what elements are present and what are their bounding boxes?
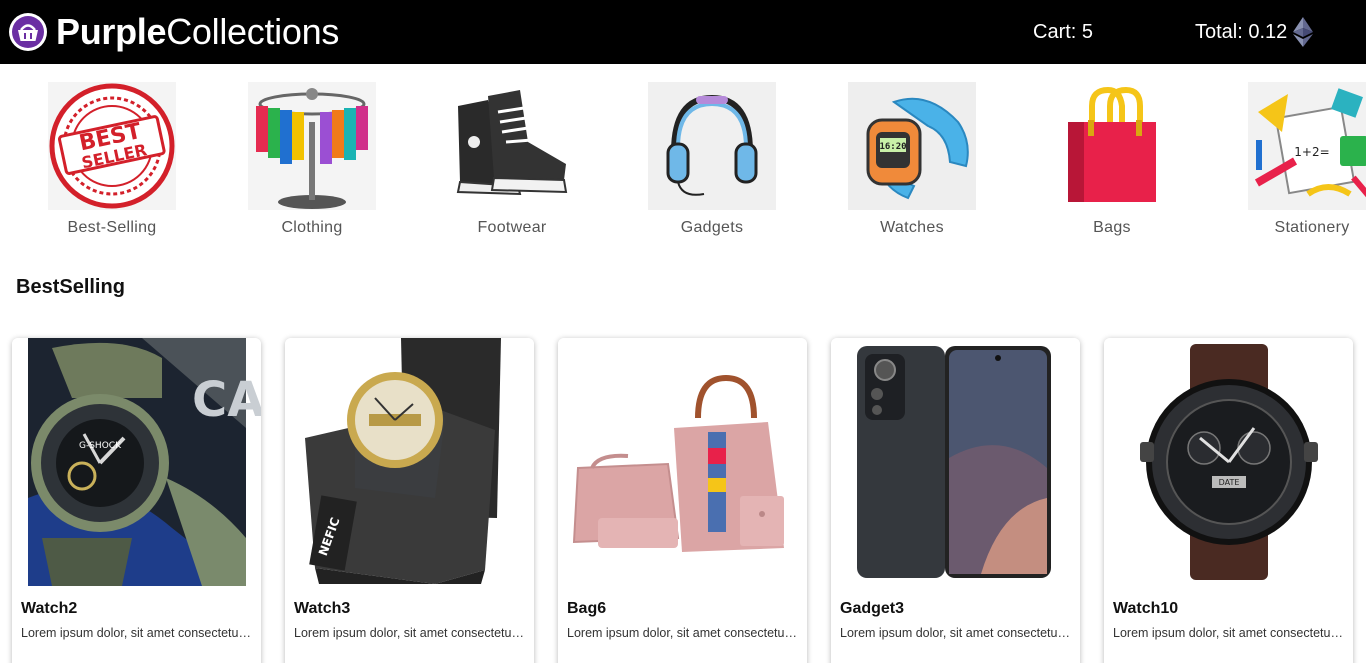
category-label: Watches [880,219,944,236]
svg-text:1+2=: 1+2= [1294,145,1329,159]
category-label: Clothing [281,219,343,236]
product-image-gadget3 [831,338,1080,586]
cart-total: Total: 0.12 [1195,16,1314,48]
product-card-watch2[interactable]: CA G-SHOCK Watch2 Lorem ipsum dolor, sit… [12,338,261,663]
product-image-watch2: CA G-SHOCK [12,338,261,586]
product-card-bag6[interactable]: Bag6 Lorem ipsum dolor, sit amet consect… [558,338,807,663]
brand-link[interactable]: PurpleCollections [8,12,339,52]
product-name: Watch2 [21,600,78,617]
stationery-items-icon: 1+2= [1248,82,1366,210]
product-name: Bag6 [567,600,607,617]
product-card-gadget3[interactable]: Gadget3 Lorem ipsum dolor, sit amet cons… [831,338,1080,663]
svg-text:16:20: 16:20 [879,142,906,152]
shopping-basket-logo-icon [9,13,47,51]
category-label: Footwear [477,219,547,236]
clothing-rack-icon [248,82,376,210]
smartwatch-icon: 16:20 [848,82,976,210]
headphones-icon [648,82,776,210]
svg-text:CA: CA [192,372,261,428]
category-label: Bags [1093,219,1131,236]
category-label: Gadgets [680,219,744,236]
product-image-bag6 [558,338,807,586]
best-seller-stamp-icon: BEST SELLER [48,82,176,210]
cart-count[interactable]: Cart: 5 [1033,20,1093,44]
product-description: Lorem ipsum dolor, sit amet consectetur … [1113,626,1345,640]
product-description: Lorem ipsum dolor, sit amet consectetur … [21,626,253,640]
category-clothing[interactable]: Clothing [212,82,412,242]
product-description: Lorem ipsum dolor, sit amet consectetur … [567,626,799,640]
category-footwear[interactable]: Footwear [412,82,612,242]
product-card-watch3[interactable]: NEFIC Watch3 Lorem ipsum dolor, sit amet… [285,338,534,663]
category-label: Stationery [1274,219,1350,236]
product-name: Watch3 [294,600,351,617]
top-navbar: PurpleCollections Cart: 5 Total: 0.12 [0,0,1366,64]
category-bags[interactable]: Bags [1012,82,1212,242]
product-description: Lorem ipsum dolor, sit amet consectetur … [840,626,1072,640]
svg-text:G-SHOCK: G-SHOCK [79,441,122,451]
product-image-watch3: NEFIC [285,338,534,586]
brand-name: PurpleCollections [56,12,339,52]
product-image-watch10: DATE [1104,338,1353,586]
section-title: BestSelling [16,276,125,298]
cart-total-label: Total: 0.12 [1195,20,1288,43]
product-card-watch10[interactable]: DATE Watch10 Lorem ipsum dolor, sit amet… [1104,338,1353,663]
svg-text:DATE: DATE [1219,478,1240,487]
ethereum-icon [1293,17,1314,47]
product-name: Gadget3 [840,600,905,617]
category-watches[interactable]: 16:20 Watches [812,82,1012,242]
brand-name-light: Collections [166,11,340,52]
category-stationery[interactable]: 1+2= Stationery [1212,82,1366,242]
category-label: Best-Selling [67,219,157,236]
category-gadgets[interactable]: Gadgets [612,82,812,242]
brand-name-bold: Purple [56,11,167,52]
category-best-selling[interactable]: BEST SELLER Best-Selling [12,82,212,242]
shopping-bag-icon [1048,82,1176,210]
sneakers-icon [448,82,576,210]
product-name: Watch10 [1113,600,1179,617]
product-description: Lorem ipsum dolor, sit amet consectetur … [294,626,526,640]
